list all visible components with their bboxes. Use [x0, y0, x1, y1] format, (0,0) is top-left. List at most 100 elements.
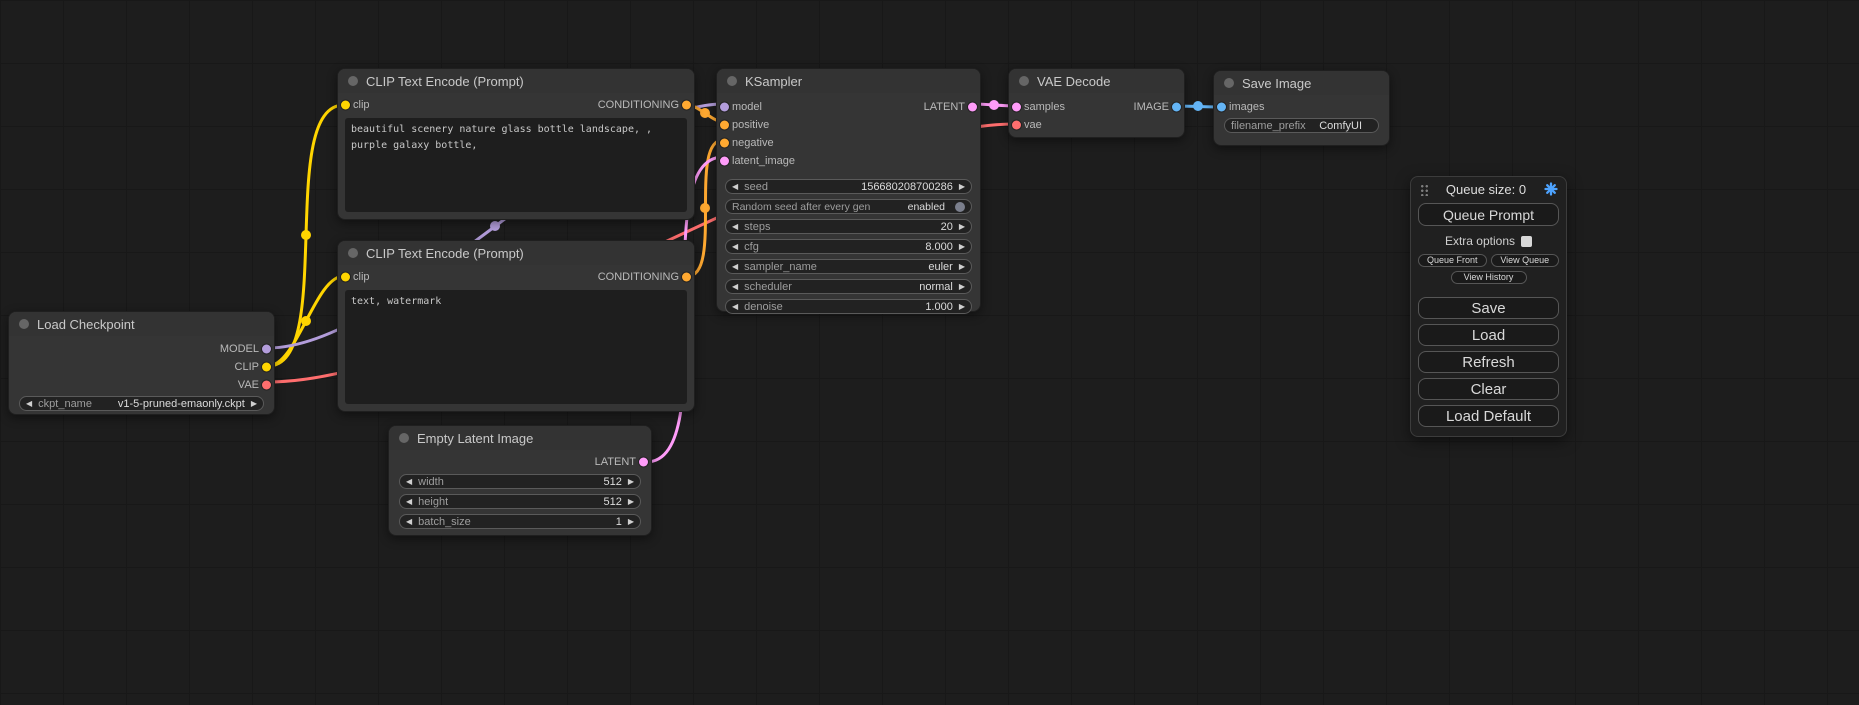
sampler-name-widget[interactable]: ◀ sampler_name euler ▶ — [725, 259, 972, 274]
node-title-bar[interactable]: VAE Decode — [1009, 69, 1184, 93]
increment-arrow-icon[interactable]: ▶ — [959, 263, 965, 271]
image-output-port[interactable] — [1172, 103, 1181, 112]
filename-prefix-widget[interactable]: filename_prefix ComfyUI — [1224, 118, 1379, 133]
decrement-arrow-icon[interactable]: ◀ — [732, 243, 738, 251]
ckpt-name-widget[interactable]: ◀ ckpt_name v1-5-pruned-emaonly.ckpt ▶ — [19, 396, 264, 411]
cfg-widget[interactable]: ◀ cfg 8.000 ▶ — [725, 239, 972, 254]
input-slot-latent-image: latent_image — [717, 152, 980, 170]
conditioning-output-port[interactable] — [682, 101, 691, 110]
node-clip-text-encode-positive[interactable]: CLIP Text Encode (Prompt) clip CONDITION… — [337, 68, 695, 220]
extra-options-label: Extra options — [1445, 234, 1515, 248]
decrement-arrow-icon[interactable]: ◀ — [26, 400, 32, 408]
node-graph-canvas[interactable]: Load Checkpoint MODEL CLIP VAE ◀ ckpt_na… — [0, 0, 1859, 705]
widget-value: ComfyUI — [1319, 120, 1362, 132]
wire-midpoint-dot — [301, 230, 311, 240]
load-button[interactable]: Load — [1418, 324, 1559, 346]
load-default-button[interactable]: Load Default — [1418, 405, 1559, 427]
settings-gear-icon[interactable] — [1544, 182, 1558, 196]
decrement-arrow-icon[interactable]: ◀ — [406, 478, 412, 486]
collapse-dot-icon[interactable] — [1019, 76, 1029, 86]
drag-handle-icon[interactable] — [1419, 183, 1428, 196]
collapse-dot-icon[interactable] — [1224, 78, 1234, 88]
collapse-dot-icon[interactable] — [19, 319, 29, 329]
batch-size-widget[interactable]: ◀ batch_size 1 ▶ — [399, 514, 641, 529]
latent-output-port[interactable] — [968, 103, 977, 112]
toggle-dot-icon[interactable] — [955, 202, 965, 212]
increment-arrow-icon[interactable]: ▶ — [959, 283, 965, 291]
steps-widget[interactable]: ◀ steps 20 ▶ — [725, 219, 972, 234]
collapse-dot-icon[interactable] — [727, 76, 737, 86]
widget-label: sampler_name — [744, 261, 817, 273]
slot-label: latent_image — [732, 155, 795, 167]
decrement-arrow-icon[interactable]: ◀ — [732, 303, 738, 311]
refresh-button[interactable]: Refresh — [1418, 351, 1559, 373]
model-output-port[interactable] — [262, 345, 271, 354]
slot-row: model LATENT — [717, 98, 980, 116]
node-ksampler[interactable]: KSampler model LATENT positive negative … — [716, 68, 981, 312]
height-widget[interactable]: ◀ height 512 ▶ — [399, 494, 641, 509]
increment-arrow-icon[interactable]: ▶ — [959, 223, 965, 231]
images-input-port[interactable] — [1217, 103, 1226, 112]
node-title-bar[interactable]: Empty Latent Image — [389, 426, 651, 450]
wire-midpoint-dot — [1193, 101, 1203, 111]
slot-label: negative — [732, 137, 774, 149]
random-seed-toggle-widget[interactable]: Random seed after every gen enabled — [725, 199, 972, 214]
clip-input-port[interactable] — [341, 273, 350, 282]
clip-output-port[interactable] — [262, 363, 271, 372]
decrement-arrow-icon[interactable]: ◀ — [406, 518, 412, 526]
node-save-image[interactable]: Save Image images filename_prefix ComfyU… — [1213, 70, 1390, 146]
increment-arrow-icon[interactable]: ▶ — [959, 183, 965, 191]
node-load-checkpoint[interactable]: Load Checkpoint MODEL CLIP VAE ◀ ckpt_na… — [8, 311, 275, 415]
node-empty-latent-image[interactable]: Empty Latent Image LATENT ◀ width 512 ▶ … — [388, 425, 652, 536]
model-input-port[interactable] — [720, 103, 729, 112]
negative-prompt-textarea[interactable]: text, watermark — [345, 290, 687, 404]
decrement-arrow-icon[interactable]: ◀ — [732, 223, 738, 231]
latent-image-input-port[interactable] — [720, 157, 729, 166]
input-slot-images: images — [1214, 98, 1389, 116]
node-title-bar[interactable]: CLIP Text Encode (Prompt) — [338, 241, 694, 265]
node-clip-text-encode-negative[interactable]: CLIP Text Encode (Prompt) clip CONDITION… — [337, 240, 695, 412]
decrement-arrow-icon[interactable]: ◀ — [732, 263, 738, 271]
increment-arrow-icon[interactable]: ▶ — [251, 400, 257, 408]
conditioning-output-port[interactable] — [682, 273, 691, 282]
increment-arrow-icon[interactable]: ▶ — [959, 243, 965, 251]
seed-widget[interactable]: ◀ seed 156680208700286 ▶ — [725, 179, 972, 194]
widget-value: 8.000 — [925, 241, 953, 253]
denoise-widget[interactable]: ◀ denoise 1.000 ▶ — [725, 299, 972, 314]
increment-arrow-icon[interactable]: ▶ — [628, 518, 634, 526]
increment-arrow-icon[interactable]: ▶ — [959, 303, 965, 311]
node-title: Empty Latent Image — [417, 431, 533, 446]
node-title-bar[interactable]: KSampler — [717, 69, 980, 93]
positive-prompt-textarea[interactable]: beautiful scenery nature glass bottle la… — [345, 118, 687, 212]
width-widget[interactable]: ◀ width 512 ▶ — [399, 474, 641, 489]
latent-output-port[interactable] — [639, 458, 648, 467]
scheduler-widget[interactable]: ◀ scheduler normal ▶ — [725, 279, 972, 294]
increment-arrow-icon[interactable]: ▶ — [628, 498, 634, 506]
save-button[interactable]: Save — [1418, 297, 1559, 319]
increment-arrow-icon[interactable]: ▶ — [628, 478, 634, 486]
positive-input-port[interactable] — [720, 121, 729, 130]
node-title-bar[interactable]: Load Checkpoint — [9, 312, 274, 336]
node-vae-decode[interactable]: VAE Decode samples IMAGE vae — [1008, 68, 1185, 138]
collapse-dot-icon[interactable] — [348, 76, 358, 86]
clear-button[interactable]: Clear — [1418, 378, 1559, 400]
decrement-arrow-icon[interactable]: ◀ — [732, 283, 738, 291]
widget-label: height — [418, 496, 448, 508]
collapse-dot-icon[interactable] — [399, 433, 409, 443]
node-title-bar[interactable]: Save Image — [1214, 71, 1389, 95]
clip-input-port[interactable] — [341, 101, 350, 110]
view-history-button[interactable]: View History — [1451, 271, 1527, 284]
samples-input-port[interactable] — [1012, 103, 1021, 112]
slot-label: CONDITIONING — [598, 99, 679, 111]
queue-prompt-button[interactable]: Queue Prompt — [1418, 203, 1559, 226]
queue-front-button[interactable]: Queue Front — [1418, 254, 1487, 267]
vae-output-port[interactable] — [262, 381, 271, 390]
decrement-arrow-icon[interactable]: ◀ — [732, 183, 738, 191]
node-title-bar[interactable]: CLIP Text Encode (Prompt) — [338, 69, 694, 93]
decrement-arrow-icon[interactable]: ◀ — [406, 498, 412, 506]
collapse-dot-icon[interactable] — [348, 248, 358, 258]
view-queue-button[interactable]: View Queue — [1491, 254, 1560, 267]
vae-input-port[interactable] — [1012, 121, 1021, 130]
extra-options-checkbox[interactable] — [1521, 236, 1532, 247]
negative-input-port[interactable] — [720, 139, 729, 148]
